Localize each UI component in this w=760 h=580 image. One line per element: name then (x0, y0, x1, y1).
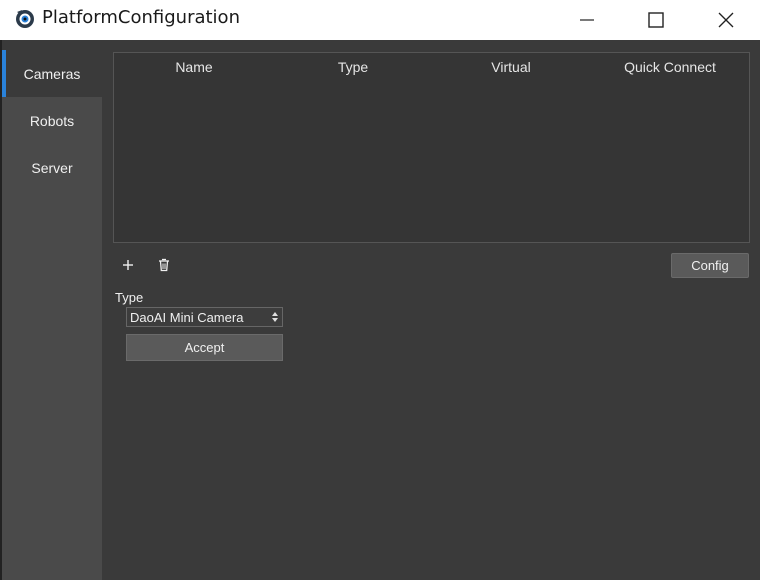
sidebar-item-label: Robots (29, 112, 75, 129)
add-button[interactable] (116, 253, 140, 277)
type-select[interactable]: DaoAI Mini Camera (126, 307, 283, 327)
delete-button[interactable] (152, 253, 176, 277)
column-header-virtual[interactable]: Virtual (471, 59, 551, 75)
trash-icon (159, 258, 169, 272)
sidebar-item-robots[interactable]: Robots (2, 97, 102, 144)
sidebar-item-server[interactable]: Server (2, 144, 102, 191)
type-label: Type (115, 290, 144, 305)
close-button[interactable] (703, 0, 749, 40)
column-header-type[interactable]: Type (313, 59, 393, 75)
config-button[interactable]: Config (671, 253, 749, 278)
title-bar: PlatformConfiguration (0, 0, 760, 40)
accept-button[interactable]: Accept (126, 334, 283, 361)
sidebar-item-cameras[interactable]: Cameras (2, 50, 102, 97)
close-icon (718, 12, 734, 28)
minimize-icon (580, 19, 594, 21)
minimize-button[interactable] (564, 0, 610, 40)
updown-arrows-icon (272, 312, 278, 322)
column-header-name[interactable]: Name (154, 59, 234, 75)
sidebar: Cameras Robots Server (2, 50, 102, 580)
maximize-button[interactable] (633, 0, 679, 40)
type-select-value: DaoAI Mini Camera (130, 309, 244, 325)
column-header-quick-connect[interactable]: Quick Connect (610, 59, 730, 75)
camera-eye-icon (14, 8, 36, 30)
maximize-icon (648, 12, 664, 28)
plus-icon (123, 260, 133, 270)
sidebar-item-label: Server (31, 159, 73, 176)
window-title: PlatformConfiguration (42, 7, 240, 28)
sidebar-item-label: Cameras (23, 65, 81, 82)
camera-table[interactable]: Name Type Virtual Quick Connect (113, 52, 750, 243)
